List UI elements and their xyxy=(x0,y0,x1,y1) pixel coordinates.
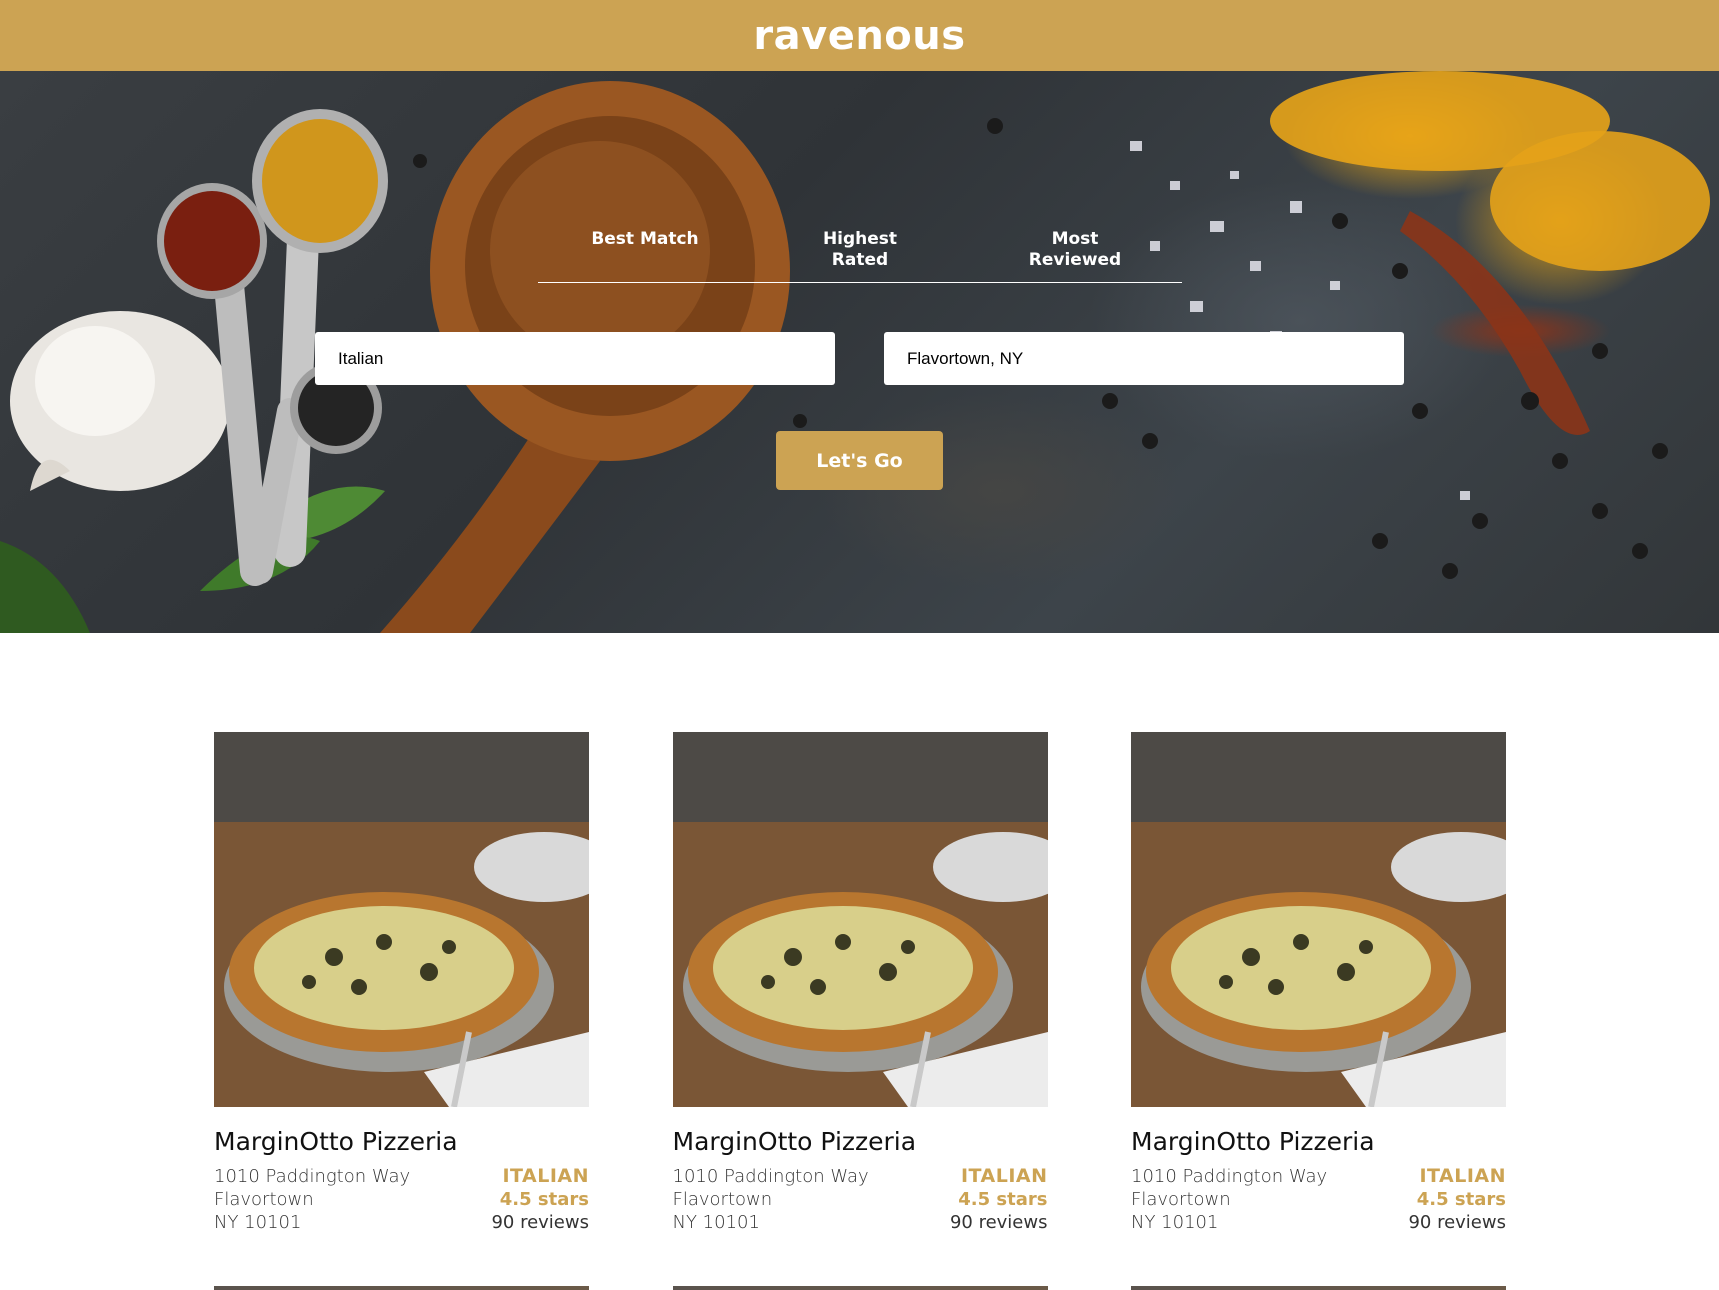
pizza-photo xyxy=(672,1286,1048,1290)
business-category: ITALIAN xyxy=(1419,1165,1506,1187)
tab-highest-rated[interactable]: Highest Rated xyxy=(753,229,967,282)
pizza-photo xyxy=(1131,732,1506,1107)
business-rating: 4.5 stars xyxy=(1416,1189,1506,1210)
business-review-count: 90 reviews xyxy=(949,1212,1048,1233)
business-rating: 4.5 stars xyxy=(958,1189,1048,1210)
business-reviews: ITALIAN 4.5 stars 90 reviews xyxy=(491,1165,589,1234)
business-card[interactable]: MarginOtto Pizzeria 1010 Paddington Way … xyxy=(214,732,589,1234)
business-name: MarginOtto Pizzeria xyxy=(1131,1127,1375,1156)
pizza-photo xyxy=(214,1286,589,1290)
search-term-input[interactable] xyxy=(315,332,835,385)
business-address: 1010 Paddington Way Flavortown NY 10101 xyxy=(672,1166,869,1233)
next-row-images-edge xyxy=(214,1286,1506,1290)
sort-tabs: Best Match Highest Rated Most Reviewed xyxy=(538,229,1182,283)
business-address: 1010 Paddington Way Flavortown NY 10101 xyxy=(214,1166,411,1233)
business-name: MarginOtto Pizzeria xyxy=(214,1127,458,1156)
spices-background-image xyxy=(0,71,1710,633)
tab-best-match[interactable]: Best Match xyxy=(538,229,752,282)
business-info: 1010 Paddington Way Flavortown NY 10101 … xyxy=(214,1165,589,1234)
tab-most-reviewed[interactable]: Most Reviewed xyxy=(968,229,1182,282)
business-info: 1010 Paddington Way Flavortown NY 10101 … xyxy=(673,1165,1048,1234)
pizza-photo xyxy=(672,732,1048,1107)
business-review-count: 90 reviews xyxy=(1408,1212,1506,1233)
business-name: MarginOtto Pizzeria xyxy=(672,1127,917,1156)
business-category: ITALIAN xyxy=(502,1165,589,1187)
business-review-count: 90 reviews xyxy=(491,1212,589,1233)
logo: ravenous xyxy=(753,12,966,59)
business-reviews: ITALIAN 4.5 stars 90 reviews xyxy=(1408,1165,1506,1234)
pizza-photo xyxy=(214,732,589,1107)
business-reviews: ITALIAN 4.5 stars 90 reviews xyxy=(950,1165,1048,1234)
business-category: ITALIAN xyxy=(960,1165,1048,1187)
business-card[interactable]: MarginOtto Pizzeria 1010 Paddington Way … xyxy=(1131,732,1506,1234)
business-rating: 4.5 stars xyxy=(499,1189,589,1210)
business-address: 1010 Paddington Way Flavortown NY 10101 xyxy=(1131,1166,1328,1233)
lets-go-button[interactable]: Let's Go xyxy=(776,431,943,490)
business-info: 1010 Paddington Way Flavortown NY 10101 … xyxy=(1131,1165,1506,1234)
location-input[interactable] xyxy=(884,332,1404,385)
top-bar: ravenous xyxy=(0,0,1719,71)
search-hero: Best Match Highest Rated Most Reviewed L… xyxy=(0,71,1719,633)
business-card[interactable]: MarginOtto Pizzeria 1010 Paddington Way … xyxy=(672,732,1048,1234)
pizza-photo xyxy=(1131,1286,1506,1290)
business-list: MarginOtto Pizzeria 1010 Paddington Way … xyxy=(214,732,1506,1234)
